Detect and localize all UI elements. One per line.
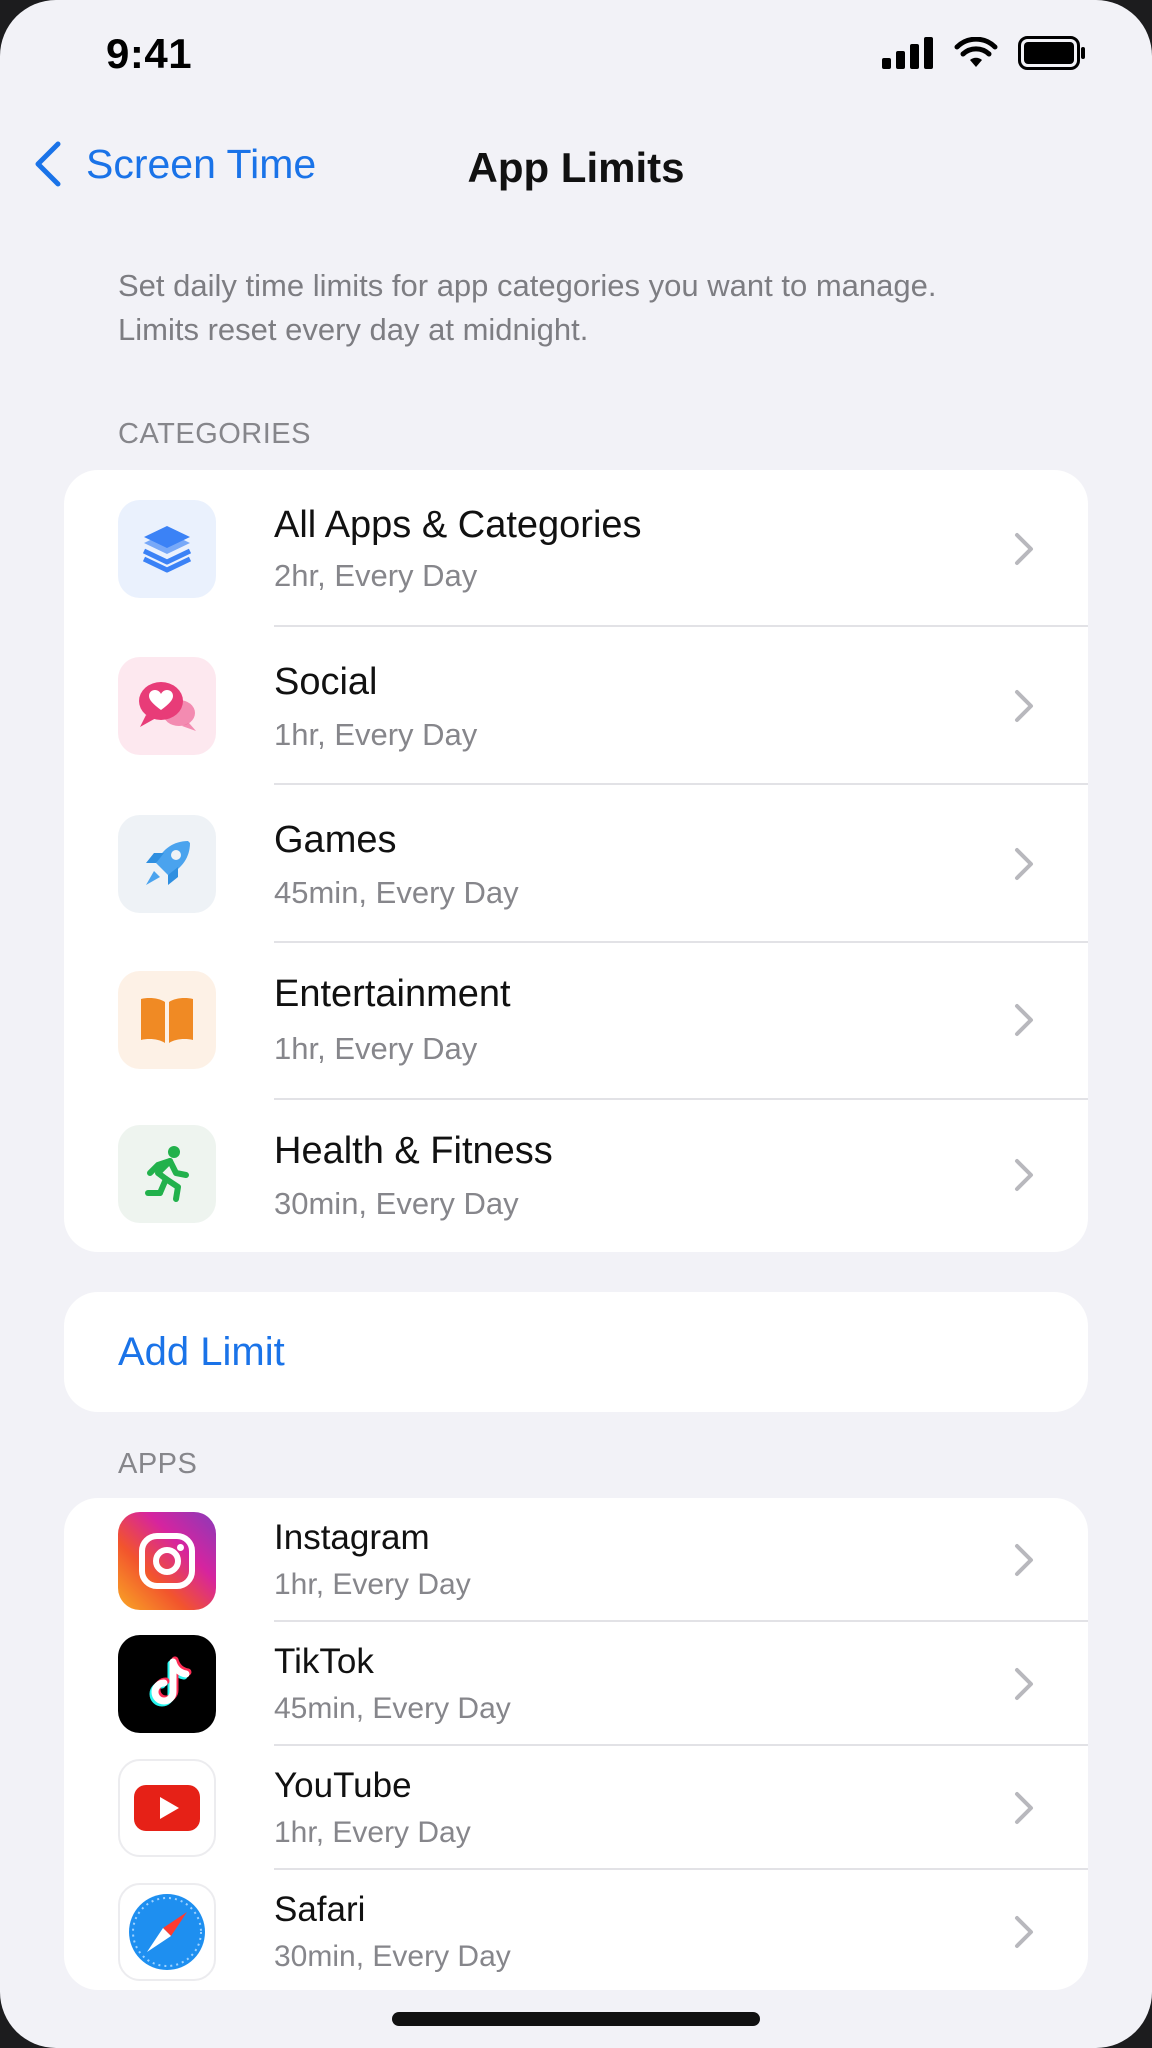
chevron-right-icon (1015, 848, 1033, 880)
chevron-right-icon (1015, 1916, 1033, 1948)
apps-section-header: APPS (118, 1448, 198, 1480)
row-title: Games (274, 819, 397, 861)
row-title: Social (274, 661, 378, 703)
instagram-icon (118, 1512, 216, 1610)
rocket-icon (118, 815, 216, 913)
category-row-all-apps[interactable]: All Apps & Categories 2hr, Every Day (64, 470, 1088, 627)
chevron-right-icon (1015, 1004, 1033, 1036)
row-title: All Apps & Categories (274, 504, 642, 546)
app-row-tiktok[interactable]: TikTok 45min, Every Day (64, 1622, 1088, 1746)
phone-screen: 9:41 App Limits Screen Time Set daily ti… (0, 0, 1152, 2048)
chevron-right-icon (1015, 1792, 1033, 1824)
navigation-bar: App Limits Screen Time (0, 130, 1152, 210)
add-limit-group: Add Limit (64, 1292, 1088, 1412)
status-icons (882, 36, 1086, 70)
safari-icon (118, 1883, 216, 1981)
row-subtitle: 45min, Every Day (274, 875, 519, 910)
row-subtitle: 45min, Every Day (274, 1692, 511, 1725)
battery-icon (1018, 36, 1085, 70)
row-title: Instagram (274, 1518, 430, 1557)
row-subtitle: 2hr, Every Day (274, 558, 478, 593)
categories-list: All Apps & Categories 2hr, Every Day Soc… (64, 470, 1088, 1252)
chevron-right-icon (1015, 1159, 1033, 1191)
category-row-social[interactable]: Social 1hr, Every Day (64, 627, 1088, 785)
home-indicator[interactable] (392, 2012, 760, 2026)
wifi-icon (954, 37, 998, 67)
add-limit-button[interactable]: Add Limit (118, 1330, 285, 1375)
row-title: Safari (274, 1890, 366, 1929)
chevron-right-icon (1015, 690, 1033, 722)
row-subtitle: 1hr, Every Day (274, 1568, 471, 1601)
tiktok-icon (118, 1635, 216, 1733)
chat-heart-icon (118, 657, 216, 755)
category-row-games[interactable]: Games 45min, Every Day (64, 785, 1088, 943)
back-button-label: Screen Time (86, 140, 317, 187)
apps-list: Instagram 1hr, Every Day TikTok 45min, E… (64, 1498, 1088, 1990)
row-title: Entertainment (274, 973, 511, 1015)
row-title: TikTok (274, 1642, 374, 1681)
app-row-instagram[interactable]: Instagram 1hr, Every Day (64, 1498, 1088, 1622)
app-row-youtube[interactable]: YouTube 1hr, Every Day (64, 1746, 1088, 1870)
row-subtitle: 30min, Every Day (274, 1186, 519, 1221)
row-subtitle: 1hr, Every Day (274, 1816, 471, 1849)
category-row-health-fitness[interactable]: Health & Fitness 30min, Every Day (64, 1100, 1088, 1252)
back-button[interactable]: Screen Time (34, 140, 316, 188)
stack-icon (118, 500, 216, 598)
chevron-right-icon (1015, 1544, 1033, 1576)
book-icon (118, 971, 216, 1069)
row-subtitle: 1hr, Every Day (274, 717, 478, 752)
category-row-entertainment[interactable]: Entertainment 1hr, Every Day (64, 943, 1088, 1100)
chevron-right-icon (1015, 533, 1033, 565)
chevron-right-icon (1015, 1668, 1033, 1700)
running-figure-icon (118, 1125, 216, 1223)
chevron-left-icon (35, 141, 61, 187)
row-title: Health & Fitness (274, 1130, 553, 1172)
categories-section-header: CATEGORIES (118, 418, 311, 450)
row-title: YouTube (274, 1766, 412, 1805)
status-bar: 9:41 (0, 0, 1152, 110)
status-time: 9:41 (106, 30, 193, 77)
cellular-signal-icon (882, 37, 933, 69)
row-subtitle: 30min, Every Day (274, 1940, 511, 1973)
description-text: Set daily time limits for app categories… (118, 268, 937, 347)
row-subtitle: 1hr, Every Day (274, 1031, 478, 1066)
youtube-icon (118, 1759, 216, 1857)
app-row-safari[interactable]: Safari 30min, Every Day (64, 1870, 1088, 1990)
